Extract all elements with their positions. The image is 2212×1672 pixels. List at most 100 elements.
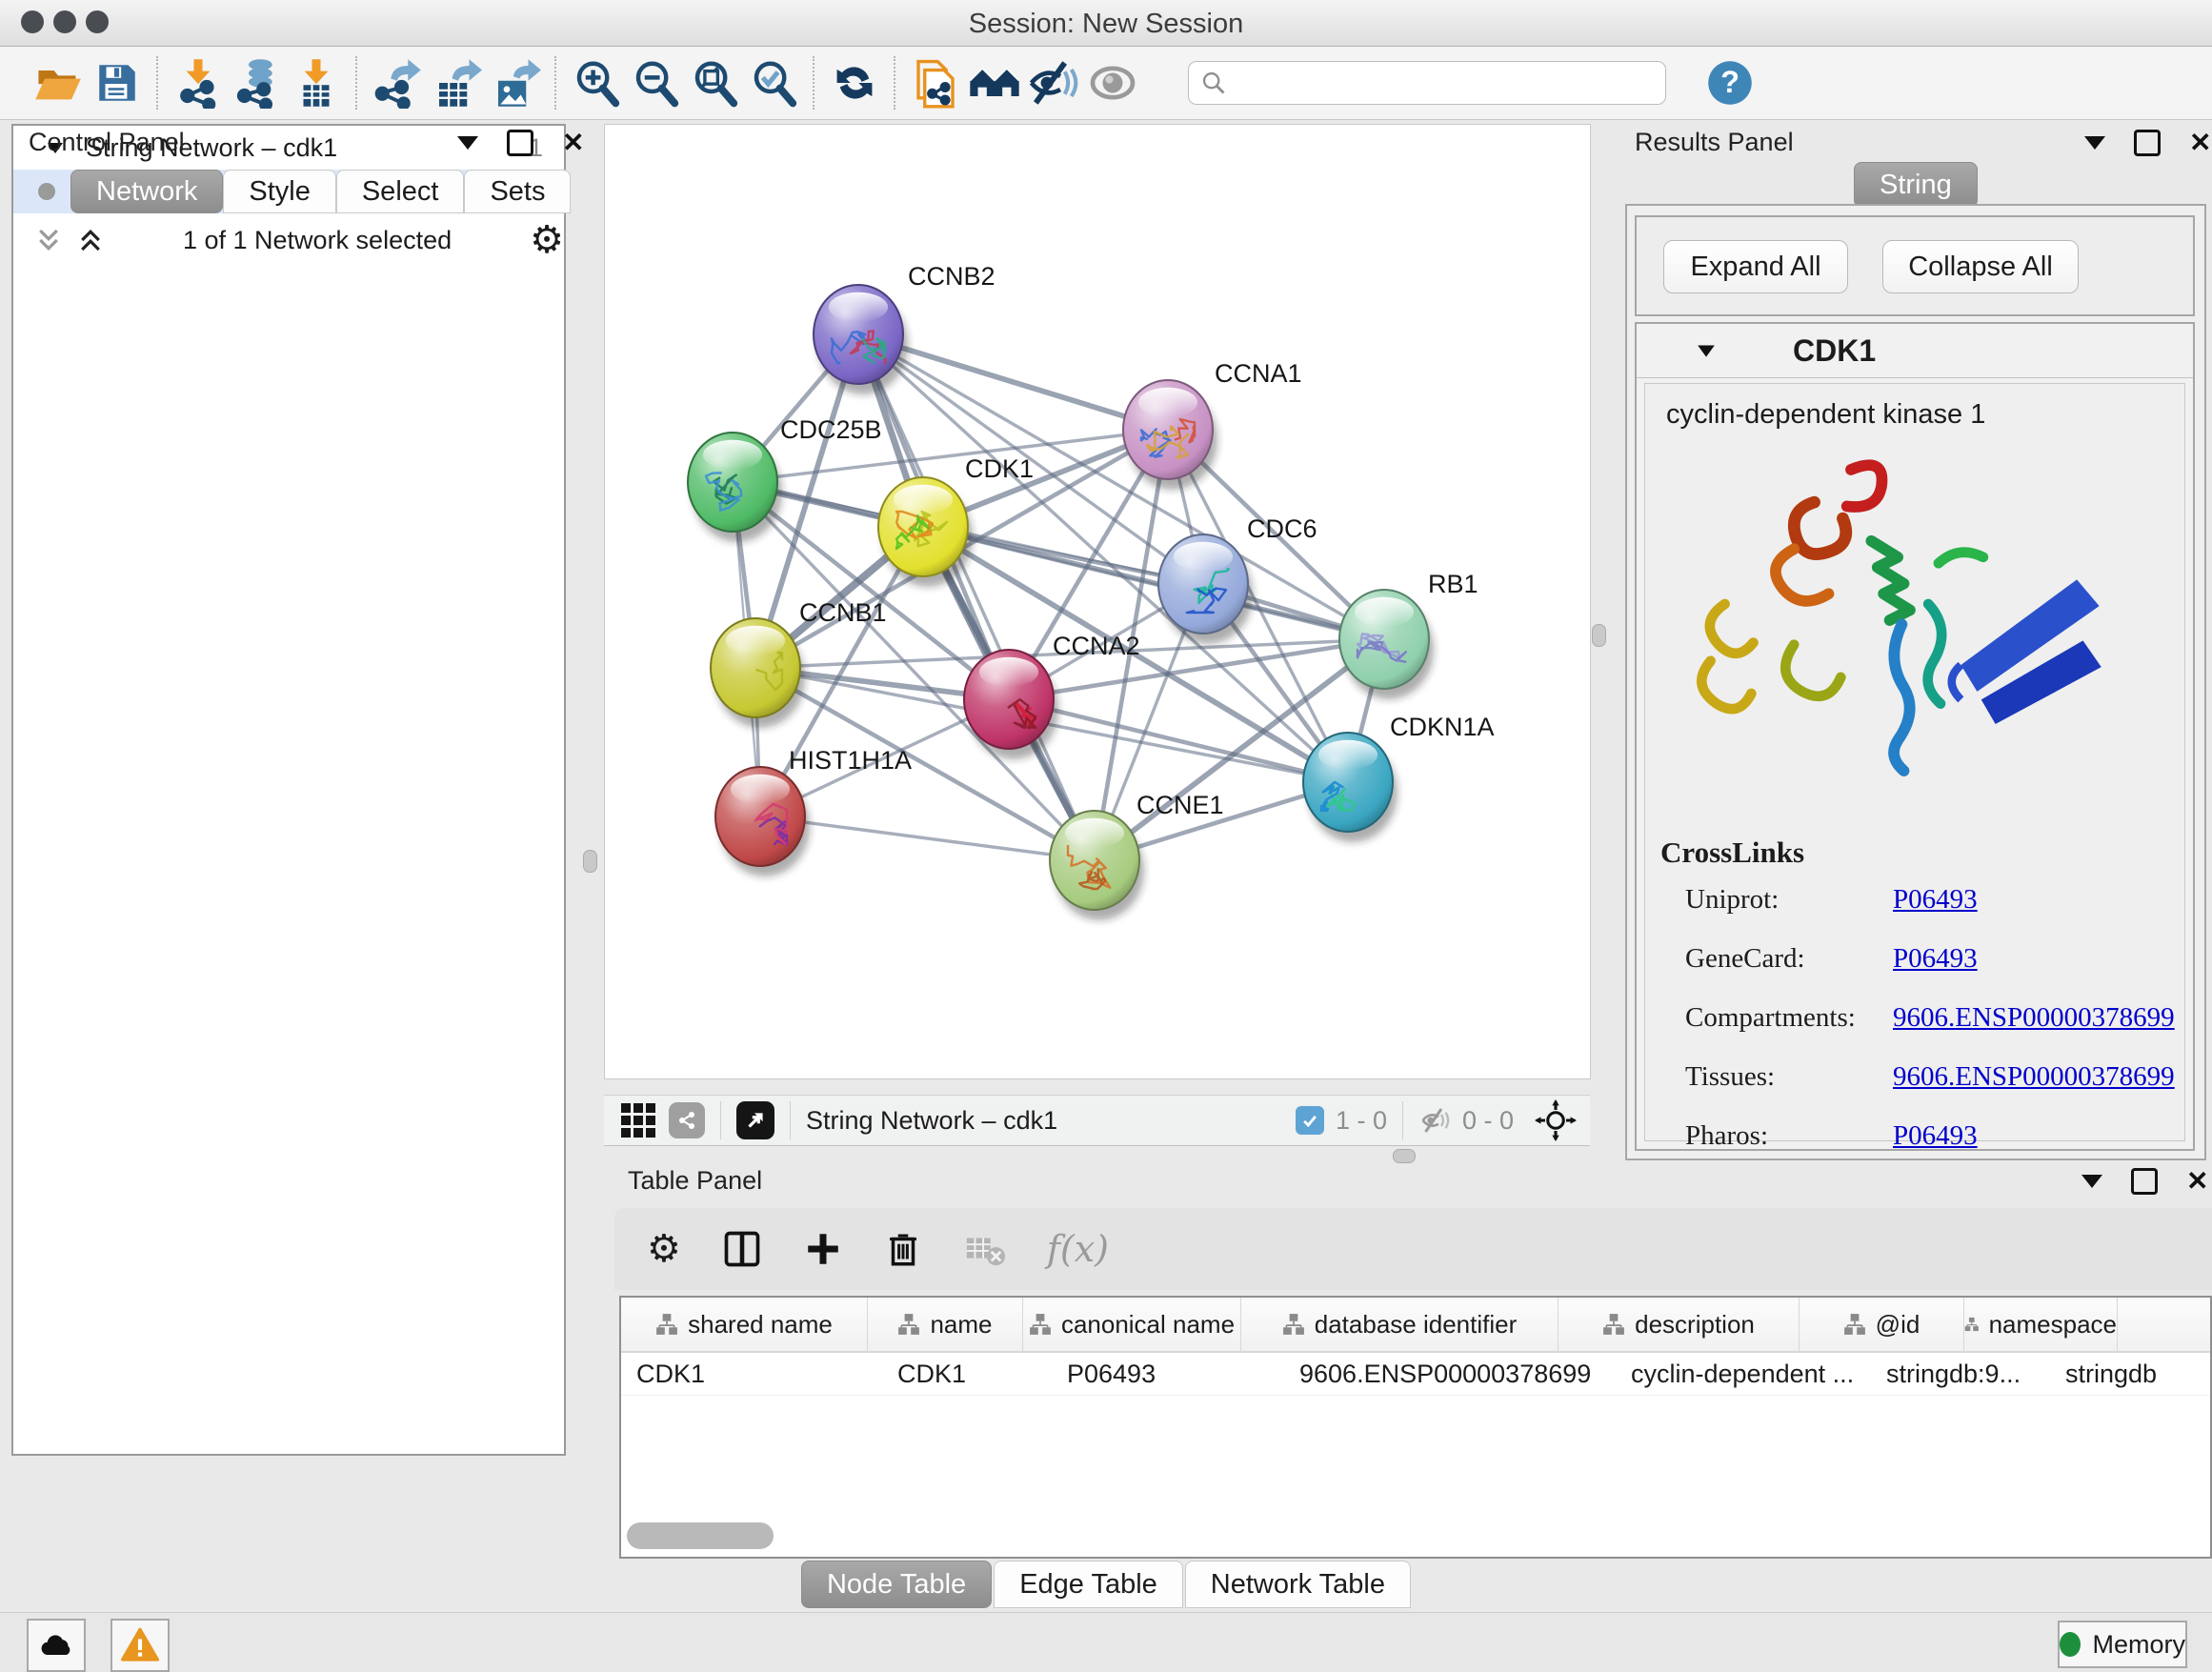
tab-select[interactable]: Select <box>336 170 465 213</box>
node-CDK1[interactable] <box>878 477 973 587</box>
first-neighbors-button[interactable] <box>965 53 1024 112</box>
edge-CCNB2-CCNE1[interactable] <box>858 334 1095 860</box>
node-label-CDC6: CDC6 <box>1247 514 1317 543</box>
node-CCNA1[interactable] <box>1123 380 1217 490</box>
toolbar-search-field[interactable] <box>1188 61 1666 105</box>
delete-column-icon[interactable] <box>883 1229 923 1269</box>
hide-selected-button[interactable] <box>1024 53 1083 112</box>
table-horizontal-scrollbar[interactable] <box>627 1522 774 1549</box>
hidden-count: 0 - 0 <box>1462 1106 1514 1136</box>
node-HIST1H1A[interactable] <box>715 767 810 876</box>
import-network-database-button[interactable] <box>228 53 287 112</box>
crosslink-link[interactable]: P06493 <box>1893 884 1978 916</box>
table-cell[interactable]: stringdb:9... <box>1871 1353 2050 1395</box>
close-panel-icon[interactable]: ✕ <box>562 132 584 153</box>
table-cell[interactable]: 9606.ENSP00000378699 <box>1284 1353 1616 1395</box>
table-cell[interactable]: P06493 <box>1052 1353 1284 1395</box>
zoom-in-button[interactable] <box>567 53 626 112</box>
show-columns-icon[interactable] <box>721 1228 763 1270</box>
tab-network-table[interactable]: Network Table <box>1185 1561 1411 1608</box>
apply-layout-button[interactable] <box>825 53 884 112</box>
column-header-description[interactable]: description <box>1558 1298 1800 1351</box>
control-panel: Control Panel ✕ NetworkStyleSelectSets 1… <box>11 124 589 1601</box>
table-cell[interactable]: cyclin-dependent ... <box>1616 1353 1871 1395</box>
grid-view-icon[interactable] <box>621 1103 655 1138</box>
column-header-database-identifier[interactable]: database identifier <box>1241 1298 1558 1351</box>
float-panel-icon[interactable] <box>507 130 533 156</box>
collapse-all-button[interactable]: Collapse All <box>1882 240 2079 293</box>
zoom-selected-button[interactable] <box>744 53 803 112</box>
string-network-graph[interactable]: CCNB2CCNA1CDC25BCDK1CDC6RB1CCNB1CCNA2CDK… <box>605 125 1590 1078</box>
tab-sets[interactable]: Sets <box>464 170 571 213</box>
selected-nodes-checkbox[interactable] <box>1296 1106 1324 1135</box>
table-cell[interactable]: stringdb <box>2050 1353 2212 1395</box>
node-CDC6[interactable] <box>1158 534 1253 644</box>
node-CDKN1A[interactable] <box>1303 733 1398 842</box>
share-view-icon[interactable] <box>669 1102 705 1138</box>
new-network-from-selection-button[interactable] <box>906 53 965 112</box>
right-splitter-handle[interactable] <box>1592 624 1606 647</box>
node-CCNA2[interactable] <box>964 650 1058 759</box>
warnings-button[interactable] <box>111 1619 170 1672</box>
tab-style[interactable]: Style <box>223 170 335 213</box>
show-all-button[interactable] <box>1083 53 1142 112</box>
column-header-name[interactable]: name <box>868 1298 1023 1351</box>
close-panel-icon[interactable]: ✕ <box>2186 1171 2208 1192</box>
zoom-out-button[interactable] <box>626 53 685 112</box>
results-tab-string[interactable]: String <box>1854 162 1978 208</box>
export-image-button[interactable] <box>486 53 545 112</box>
node-RB1[interactable] <box>1339 590 1434 699</box>
search-input[interactable] <box>1227 68 1631 99</box>
warning-icon <box>121 1626 159 1664</box>
birdseye-view-icon[interactable] <box>736 1101 774 1139</box>
column-header-canonical-name[interactable]: canonical name <box>1023 1298 1241 1351</box>
section-collapse-icon[interactable] <box>1696 342 1717 359</box>
node-CCNB2[interactable] <box>814 285 908 394</box>
gear-icon[interactable]: ⚙ <box>530 221 564 259</box>
export-arrow-icon <box>391 59 421 81</box>
tab-edge-table[interactable]: Edge Table <box>994 1561 1183 1608</box>
left-splitter-handle[interactable] <box>583 850 597 873</box>
table-row[interactable]: CDK1CDK1P064939606.ENSP00000378699cyclin… <box>621 1353 2210 1396</box>
node-label-CCNA2: CCNA2 <box>1053 632 1140 660</box>
edge-HIST1H1A-CCNE1[interactable] <box>760 816 1095 860</box>
open-session-button[interactable] <box>29 53 88 112</box>
export-table-button[interactable] <box>427 53 486 112</box>
column-header-namespace[interactable]: namespace <box>1964 1298 2118 1351</box>
crosslink-link[interactable]: 9606.ENSP00000378699 <box>1893 1061 2175 1093</box>
collapse-panel-icon[interactable] <box>457 136 478 150</box>
fit-selected-crosshair-icon[interactable] <box>1535 1099 1577 1141</box>
save-session-button[interactable] <box>88 53 147 112</box>
column-header--id[interactable]: @id <box>1800 1298 1964 1351</box>
export-network-button[interactable] <box>368 53 427 112</box>
table-cell[interactable]: CDK1 <box>882 1353 1052 1395</box>
tab-network[interactable]: Network <box>70 170 223 213</box>
help-button[interactable]: ? <box>1700 53 1760 112</box>
close-panel-icon[interactable]: ✕ <box>2189 132 2211 153</box>
collapse-panel-icon[interactable] <box>2084 136 2105 150</box>
crosslink-link[interactable]: P06493 <box>1893 943 1978 975</box>
float-panel-icon[interactable] <box>2131 1168 2158 1195</box>
collapse-all-chevron-icon[interactable] <box>76 226 105 254</box>
eye-slash-icon <box>1027 56 1080 110</box>
float-panel-icon[interactable] <box>2134 130 2161 156</box>
table-settings-gear-icon[interactable]: ⚙ <box>647 1230 681 1268</box>
node-CCNE1[interactable] <box>1050 811 1144 920</box>
function-builder-button[interactable]: f(x) <box>1047 1228 1109 1270</box>
expand-all-button[interactable]: Expand All <box>1663 240 1848 293</box>
import-network-file-button[interactable] <box>169 53 228 112</box>
memory-button[interactable]: Memory <box>2058 1621 2187 1668</box>
cloud-status-button[interactable] <box>27 1619 86 1672</box>
node-CDC25B[interactable] <box>688 433 782 542</box>
collapse-panel-icon[interactable] <box>2081 1175 2102 1188</box>
zoom-fit-button[interactable] <box>685 53 744 112</box>
table-cell[interactable]: CDK1 <box>621 1353 882 1395</box>
crosslink-link[interactable]: 9606.ENSP00000378699 <box>1893 1002 2175 1034</box>
network-view-canvas[interactable]: CCNB2CCNA1CDC25BCDK1CDC6RB1CCNB1CCNA2CDK… <box>604 124 1591 1079</box>
column-header-shared-name[interactable]: shared name <box>621 1298 868 1351</box>
crosslink-link[interactable]: P06493 <box>1893 1120 1978 1152</box>
add-column-icon[interactable] <box>803 1229 843 1269</box>
import-table-file-button[interactable] <box>287 53 346 112</box>
expand-all-chevron-icon[interactable] <box>34 226 63 254</box>
tab-node-table[interactable]: Node Table <box>801 1561 992 1608</box>
